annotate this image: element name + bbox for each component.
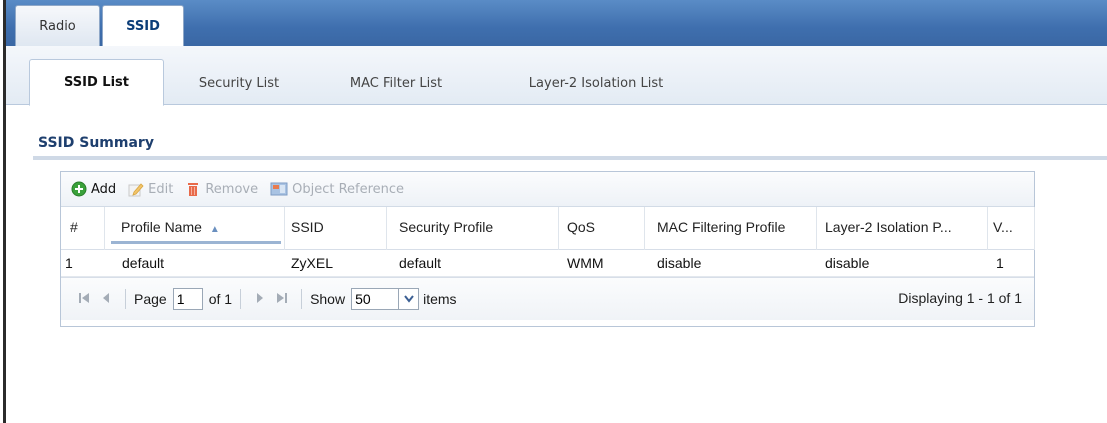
ssid-grid-panel: Add Edit Remove Object Reference # Profi… (60, 171, 1035, 327)
show-label: Show (310, 291, 346, 307)
next-page-icon[interactable] (249, 291, 271, 307)
object-reference-button-label: Object Reference (292, 181, 405, 197)
column-header-ssid[interactable]: SSID (291, 219, 324, 235)
tab-ssid-label: SSID (126, 18, 160, 34)
cell-index: 1 (65, 255, 73, 271)
column-divider (284, 207, 285, 250)
cell-qos: WMM (567, 255, 604, 271)
section-title: SSID Summary (38, 135, 154, 151)
tab-radio-label: Radio (39, 18, 76, 34)
plus-circle-icon (71, 181, 87, 197)
column-divider (104, 207, 105, 250)
top-tab-bar: Radio SSID (6, 0, 1107, 46)
column-divider (1034, 207, 1035, 250)
chevron-down-icon[interactable] (399, 288, 420, 310)
tab-mac-filter-list[interactable]: MAC Filter List (326, 60, 466, 106)
table-header: # Profile Name ▲ SSID Security Profile Q… (61, 207, 1035, 250)
tab-layer2-isolation-list-label: Layer-2 Isolation List (528, 75, 664, 91)
column-header-profile-name[interactable]: Profile Name ▲ (111, 219, 281, 244)
column-header-mac-filtering-profile[interactable]: MAC Filtering Profile (657, 219, 785, 235)
section-divider (33, 156, 1107, 160)
pencil-icon (128, 181, 144, 197)
tab-radio[interactable]: Radio (15, 5, 100, 46)
trash-icon (185, 181, 201, 197)
column-header-layer2-isolation-profile[interactable]: Layer-2 Isolation P... (825, 219, 952, 235)
tab-ssid-list[interactable]: SSID List (29, 59, 164, 106)
tab-security-list[interactable]: Security List (184, 60, 294, 106)
cell-profile-name: default (122, 255, 165, 271)
first-page-icon[interactable] (73, 291, 95, 307)
add-button-label: Add (91, 181, 117, 197)
object-reference-button[interactable]: Object Reference (270, 181, 404, 197)
column-header-profile-name-label: Profile Name (121, 219, 202, 235)
column-header-qos[interactable]: QoS (567, 219, 595, 235)
displaying-count: Displaying 1 - 1 of 1 (898, 290, 1022, 306)
object-reference-icon (270, 181, 288, 197)
column-divider (816, 207, 817, 250)
previous-page-icon[interactable] (95, 291, 117, 307)
tab-security-list-label: Security List (198, 75, 280, 91)
cell-vlan: 1 (996, 255, 1004, 271)
pager-divider (301, 289, 303, 309)
grid-toolbar: Add Edit Remove Object Reference (61, 172, 1034, 207)
cell-mac-filtering-profile: disable (657, 255, 702, 271)
column-header-index[interactable]: # (70, 219, 78, 235)
page-total-label: of 1 (208, 291, 233, 307)
remove-button-label: Remove (205, 181, 259, 197)
sub-tab-bar: SSID List Security List MAC Filter List … (6, 46, 1107, 106)
cell-security-profile: default (399, 255, 442, 271)
table-row[interactable]: 1 default ZyXEL default WMM disable disa… (61, 250, 1034, 277)
cell-ssid: ZyXEL (291, 255, 334, 271)
tab-ssid-list-label: SSID List (64, 75, 129, 90)
column-divider (386, 207, 387, 250)
edit-button[interactable]: Edit (128, 181, 173, 197)
tab-ssid[interactable]: SSID (102, 5, 184, 46)
remove-button[interactable]: Remove (185, 181, 258, 197)
items-per-page-select[interactable] (351, 288, 400, 310)
page-number-input[interactable] (172, 288, 203, 310)
pager-divider (125, 289, 126, 309)
sort-ascending-icon: ▲ (209, 224, 220, 235)
pager-divider (240, 289, 242, 309)
column-header-vlan[interactable]: V... (993, 219, 1013, 235)
page-label: Page (134, 291, 167, 307)
last-page-icon[interactable] (271, 291, 293, 307)
column-divider (558, 207, 559, 250)
app-frame: Radio SSID SSID List Security List MAC F… (3, 0, 1107, 423)
cell-layer2-isolation-profile: disable (825, 255, 870, 271)
edit-button-label: Edit (148, 181, 174, 197)
column-divider (644, 207, 645, 250)
add-button[interactable]: Add (71, 181, 116, 197)
tab-mac-filter-list-label: MAC Filter List (349, 75, 443, 91)
column-header-security-profile[interactable]: Security Profile (399, 219, 493, 235)
items-label: items (423, 291, 457, 307)
column-divider (987, 207, 988, 250)
pagination-bar: Page of 1 Show items Displaying 1 - 1 of… (61, 277, 1034, 320)
tab-layer2-isolation-list[interactable]: Layer-2 Isolation List (496, 60, 696, 106)
